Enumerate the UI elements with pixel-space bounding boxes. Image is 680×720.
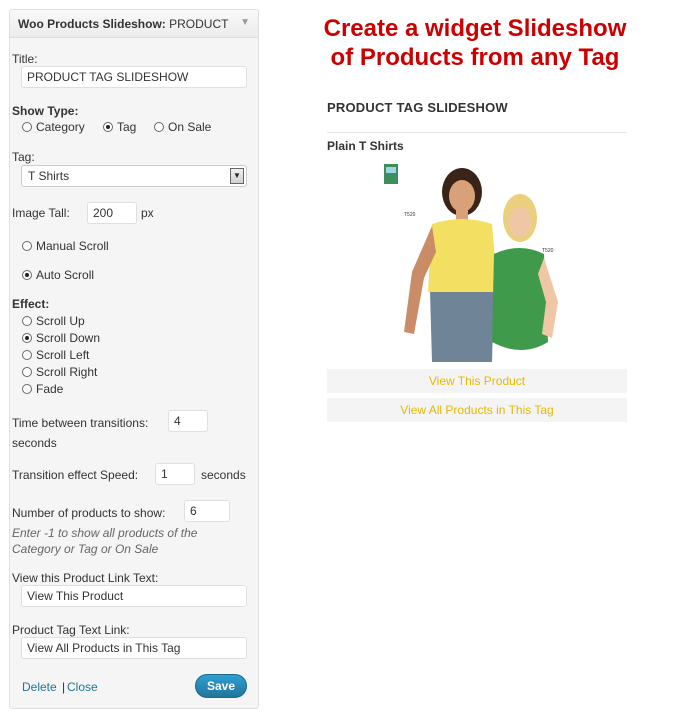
tag-select-value: T Shirts	[28, 169, 70, 183]
footer-separator: |	[62, 680, 66, 694]
radio-selected-icon[interactable]	[22, 333, 32, 343]
time-between-unit: seconds	[12, 436, 57, 450]
image-tall-unit: px	[141, 206, 154, 220]
num-products-note: Enter -1 to show all products of the Cat…	[12, 526, 198, 556]
effect-fade-option[interactable]: Fade	[22, 382, 63, 396]
time-between-label: Time between transitions:	[12, 416, 149, 430]
promo-line-2: of Products from any Tag	[330, 44, 620, 71]
show-type-on-sale-option[interactable]: On Sale	[154, 120, 211, 134]
effect-scroll-up-option[interactable]: Scroll Up	[22, 314, 85, 328]
svg-text:T520: T520	[542, 248, 554, 254]
collapse-arrow-icon[interactable]: ▼	[240, 17, 250, 28]
title-label: Title:	[12, 52, 38, 66]
promo-line-1: Create a widget Slideshow	[323, 15, 627, 42]
effect-scroll-down-option[interactable]: Scroll Down	[22, 331, 100, 345]
widget-header-title: Woo Products Slideshow: PRODUCT TA	[18, 17, 230, 31]
radio-icon[interactable]	[22, 384, 32, 394]
show-type-category-option[interactable]: Category	[22, 120, 85, 134]
image-tall-label: Image Tall:	[12, 206, 70, 220]
tag-label: Tag:	[12, 150, 35, 164]
auto-scroll-option[interactable]: Auto Scroll	[22, 268, 94, 282]
radio-icon[interactable]	[22, 316, 32, 326]
save-button[interactable]: Save	[195, 674, 247, 698]
radio-selected-icon[interactable]	[22, 270, 32, 280]
effect-label: Effect:	[12, 297, 50, 311]
effect-scroll-right-option[interactable]: Scroll Right	[22, 365, 97, 379]
svg-text:T520: T520	[404, 212, 416, 218]
widget-preview-title: PRODUCT TAG SLIDESHOW	[327, 100, 508, 115]
speed-input[interactable]: 1	[155, 463, 195, 485]
view-product-link-label: View this Product Link Text:	[12, 571, 159, 585]
radio-icon[interactable]	[22, 241, 32, 251]
radio-icon[interactable]	[22, 122, 32, 132]
radio-selected-icon[interactable]	[103, 122, 113, 132]
manual-scroll-option[interactable]: Manual Scroll	[22, 239, 109, 253]
image-tall-input[interactable]: 200	[87, 202, 137, 224]
show-type-tag-option[interactable]: Tag	[103, 120, 136, 134]
widget-header[interactable]: Woo Products Slideshow: PRODUCT TA ▼	[10, 10, 258, 38]
product-image[interactable]: T520 T520	[382, 162, 576, 362]
show-type-label: Show Type:	[12, 104, 79, 118]
product-name: Plain T Shirts	[327, 139, 404, 153]
radio-icon[interactable]	[22, 367, 32, 377]
promo-heading: Create a widget Slideshow of Products fr…	[300, 14, 650, 72]
radio-icon[interactable]	[154, 122, 164, 132]
radio-icon[interactable]	[22, 350, 32, 360]
view-product-link-input[interactable]: View This Product	[21, 585, 247, 607]
view-all-products-link[interactable]: View All Products in This Tag	[327, 398, 627, 422]
tag-select[interactable]: T Shirts ▼	[21, 165, 247, 187]
delete-link[interactable]: Delete	[22, 680, 57, 694]
effect-scroll-left-option[interactable]: Scroll Left	[22, 348, 89, 362]
title-input[interactable]: PRODUCT TAG SLIDESHOW	[21, 66, 247, 88]
divider	[327, 132, 627, 133]
time-between-input[interactable]: 4	[168, 410, 208, 432]
tag-text-link-input[interactable]: View All Products in This Tag	[21, 637, 247, 659]
close-link[interactable]: Close	[67, 680, 98, 694]
view-product-link[interactable]: View This Product	[327, 369, 627, 393]
speed-label: Transition effect Speed:	[12, 468, 139, 482]
num-products-label: Number of products to show:	[12, 506, 166, 520]
num-products-input[interactable]: 6	[184, 500, 230, 522]
tag-text-link-label: Product Tag Text Link:	[12, 623, 130, 637]
speed-unit: seconds	[201, 468, 246, 482]
dropdown-arrow-icon[interactable]: ▼	[230, 168, 244, 184]
